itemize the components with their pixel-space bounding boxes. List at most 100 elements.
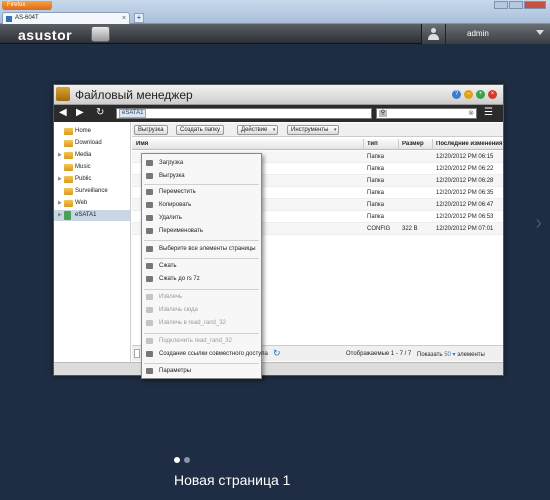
folder-icon bbox=[64, 152, 73, 159]
tab-title: AS-604T bbox=[15, 15, 39, 21]
share-link-icon bbox=[146, 351, 153, 357]
properties-icon bbox=[146, 368, 153, 374]
refresh-icon[interactable]: ↻ bbox=[96, 107, 104, 118]
back-icon[interactable]: ◀ bbox=[59, 107, 67, 118]
minimize-icon[interactable]: – bbox=[464, 90, 473, 99]
tools-dropdown[interactable]: Инструменты ▾ bbox=[287, 125, 340, 135]
title-buttons: ? – + × bbox=[452, 90, 497, 99]
folder-icon bbox=[64, 128, 73, 135]
user-divider bbox=[445, 24, 446, 44]
move-icon bbox=[146, 189, 153, 195]
column-modified[interactable]: Последние изменения bbox=[436, 141, 502, 147]
cell-type: Папка bbox=[367, 202, 384, 208]
tab-close-icon[interactable]: × bbox=[122, 13, 126, 24]
navigation-bar: ◀ ▶ ↻ eSATA1 ⚲ ⊗ ☰ bbox=[54, 105, 503, 122]
forward-icon[interactable]: ▶ bbox=[76, 107, 84, 118]
expand-arrow-icon[interactable]: ▶ bbox=[58, 174, 62, 185]
filter-input[interactable]: ⚲ ⊗ bbox=[376, 108, 477, 119]
menu-item-mount: Подключить read_rand_32 bbox=[142, 335, 261, 347]
cell-size: 322 B bbox=[402, 226, 418, 232]
page-size-select[interactable]: 50 bbox=[444, 352, 451, 358]
cell-modified: 12/20/2012 PM 06:28 bbox=[436, 178, 494, 184]
menu-item-upload[interactable]: Выгрузка bbox=[142, 170, 261, 182]
menu-divider bbox=[144, 258, 259, 259]
tree-item-esata1[interactable]: ▶ eSATA1 bbox=[54, 210, 130, 221]
menu-item-label: Сжать до rs 7z bbox=[159, 276, 200, 282]
tree-item-music[interactable]: Music bbox=[54, 162, 130, 173]
menu-item-label: Удалить bbox=[159, 215, 182, 221]
menu-item-compress-7z[interactable]: Сжать до rs 7z bbox=[142, 273, 261, 285]
chevron-down-icon: ▾ bbox=[333, 127, 337, 133]
menu-item-label: Загрузка bbox=[159, 160, 184, 166]
menu-divider bbox=[144, 240, 259, 241]
expand-arrow-icon[interactable]: ▶ bbox=[58, 210, 62, 221]
menu-item-extract-to: Извлечь в read_rand_32 bbox=[142, 317, 261, 329]
cell-modified: 12/20/2012 PM 06:22 bbox=[436, 166, 494, 172]
filter-icon[interactable]: ⚲ bbox=[379, 110, 387, 117]
tree-item-download[interactable]: Download bbox=[54, 138, 130, 149]
menu-item-rename[interactable]: Переименовать bbox=[142, 225, 261, 237]
next-page-arrow-icon[interactable]: › bbox=[535, 212, 542, 235]
minimize-button[interactable] bbox=[494, 1, 508, 9]
cell-modified: 12/20/2012 PM 06:53 bbox=[436, 214, 494, 220]
menu-item-properties[interactable]: Параметры bbox=[142, 365, 261, 377]
user-icon bbox=[428, 28, 439, 40]
chevron-down-icon[interactable]: ▾ bbox=[453, 352, 456, 358]
firefox-menu-button[interactable]: Firefox bbox=[2, 1, 52, 10]
tree-item-surveillance[interactable]: Surveillance bbox=[54, 186, 130, 197]
action-dropdown[interactable]: Действие ▾ bbox=[237, 125, 279, 135]
expand-arrow-icon[interactable]: ▶ bbox=[58, 198, 62, 209]
tree-item-label: Media bbox=[75, 152, 92, 158]
file-list-header: Имя Тип Размер Последние изменения bbox=[132, 139, 503, 150]
menu-item-share-link[interactable]: Создание ссылки совместного доступа bbox=[142, 348, 268, 360]
path-segment[interactable]: eSATA1 bbox=[119, 109, 147, 118]
column-type[interactable]: Тип bbox=[367, 141, 378, 147]
file-manager-app-icon[interactable] bbox=[91, 26, 110, 42]
column-name[interactable]: Имя bbox=[136, 141, 148, 147]
menu-item-delete[interactable]: Удалить bbox=[142, 212, 261, 224]
tree-item-public[interactable]: ▶ Public bbox=[54, 174, 130, 185]
page-dot[interactable] bbox=[184, 457, 190, 463]
chevron-down-icon[interactable] bbox=[536, 30, 544, 35]
user-area[interactable]: admin bbox=[421, 24, 550, 44]
menu-item-select-all[interactable]: Выберите все элементы страницы bbox=[142, 243, 261, 255]
window-controls bbox=[494, 1, 546, 9]
cell-type: Папка bbox=[367, 214, 384, 220]
menu-item-extract: Извлечь bbox=[142, 291, 261, 303]
pager-first-button[interactable] bbox=[134, 349, 140, 358]
view-list-icon[interactable]: ☰ bbox=[484, 107, 493, 118]
maximize-icon[interactable]: + bbox=[476, 90, 485, 99]
clear-filter-icon[interactable]: ⊗ bbox=[468, 109, 474, 117]
expand-arrow-icon[interactable]: ▶ bbox=[58, 150, 62, 161]
menu-item-compress[interactable]: Сжать bbox=[142, 260, 261, 272]
tree-item-media[interactable]: ▶ Media bbox=[54, 150, 130, 161]
page-dot-active[interactable] bbox=[174, 457, 180, 463]
archive-icon bbox=[146, 276, 153, 282]
action-toolbar: Выгрузка Создать папку Действие ▾ Инстру… bbox=[132, 123, 503, 137]
cell-type: Папка bbox=[367, 154, 384, 160]
menu-item-label: Переместить bbox=[159, 189, 196, 195]
help-icon[interactable]: ? bbox=[452, 90, 461, 99]
browser-tab[interactable]: AS-604T × bbox=[2, 12, 130, 24]
menu-item-label: Копировать bbox=[159, 202, 192, 208]
user-name: admin bbox=[467, 29, 489, 38]
cell-type: CONFIG bbox=[367, 226, 391, 232]
close-icon[interactable]: × bbox=[488, 90, 497, 99]
menu-item-download[interactable]: Загрузка bbox=[142, 157, 261, 169]
close-window-button[interactable] bbox=[524, 1, 546, 9]
tree-item-home[interactable]: Home bbox=[54, 126, 130, 137]
new-tab-button[interactable]: + bbox=[134, 13, 144, 23]
upload-button[interactable]: Выгрузка bbox=[134, 125, 168, 135]
menu-item-move[interactable]: Переместить bbox=[142, 186, 261, 198]
menu-item-copy[interactable]: Копировать bbox=[142, 199, 261, 211]
create-folder-button[interactable]: Создать папку bbox=[176, 125, 224, 135]
adm-top-bar: asustor admin bbox=[0, 24, 550, 44]
extract-icon bbox=[146, 307, 153, 313]
menu-item-label: Сжать bbox=[159, 263, 177, 269]
maximize-button[interactable] bbox=[509, 1, 523, 9]
window-titlebar[interactable]: Файловый менеджер ? – + × bbox=[54, 85, 503, 105]
path-field[interactable]: eSATA1 bbox=[116, 108, 372, 119]
column-size[interactable]: Размер bbox=[402, 141, 424, 147]
tree-item-web[interactable]: ▶ Web bbox=[54, 198, 130, 209]
refresh-list-icon[interactable]: ↻ bbox=[273, 348, 281, 359]
